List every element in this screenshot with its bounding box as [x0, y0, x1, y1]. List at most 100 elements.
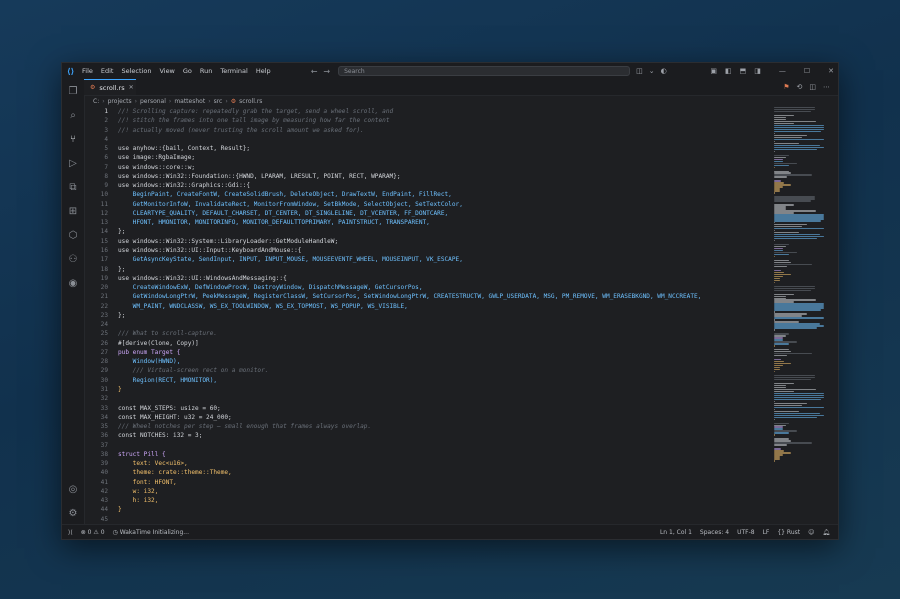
- crumb-drive[interactable]: C:: [93, 98, 99, 105]
- code-line[interactable]: 32: [84, 394, 774, 403]
- code-line[interactable]: 15 use windows::Win32::System::LibraryLoa…: [84, 237, 774, 246]
- code-line[interactable]: 5 use anyhow::{bail, Context, Result};: [84, 144, 774, 153]
- source-control-icon[interactable]: ⑂: [62, 127, 84, 151]
- code-line[interactable]: 22 WM_PAINT, WNDCLASSW, WS_EX_TOOLWINDOW…: [84, 302, 774, 311]
- code-line[interactable]: 37: [84, 441, 774, 450]
- split-editor-icon[interactable]: ◫: [809, 83, 816, 91]
- remote-explorer-icon[interactable]: ⧉: [62, 175, 84, 199]
- crumb-matteshot[interactable]: matteshot: [174, 98, 205, 105]
- code-line[interactable]: 35 /// Wheel notches per step — small eno…: [84, 422, 774, 431]
- explorer-icon[interactable]: ❐: [62, 79, 84, 103]
- menu-help[interactable]: Help: [256, 67, 271, 75]
- tab-scroll-rs[interactable]: ⚙ scroll.rs ✕: [84, 79, 136, 95]
- code-line[interactable]: 40 theme: crate::theme::Theme,: [84, 468, 774, 477]
- code-line[interactable]: 31}: [84, 385, 774, 394]
- code-line[interactable]: 17 GetAsyncKeyState, SendInput, INPUT, I…: [84, 255, 774, 264]
- python-icon[interactable]: ⚇: [62, 247, 84, 271]
- code-line[interactable]: 7 use windows::core::w;: [84, 163, 774, 172]
- more-actions-icon[interactable]: ⋯: [823, 83, 830, 91]
- code-line[interactable]: 6 use image::RgbaImage;: [84, 153, 774, 162]
- toggle-panel-icon[interactable]: ⬒: [740, 67, 747, 75]
- code-line[interactable]: 12 CLEARTYPE_QUALITY, DEFAULT_CHARSET, D…: [84, 209, 774, 218]
- forward-arrow-icon[interactable]: →: [323, 67, 330, 76]
- crumb-projects[interactable]: projects: [108, 98, 132, 105]
- code-line[interactable]: 33 const MAX_STEPS: usize = 60;: [84, 404, 774, 413]
- line-ending[interactable]: LF: [763, 529, 770, 536]
- layout-panel-icon[interactable]: ▣: [710, 67, 717, 75]
- code-line[interactable]: 39 text: Vec<u16>,: [84, 459, 774, 468]
- code-line[interactable]: 20 CreateWindowExW, DefWindowProcW, Dest…: [84, 283, 774, 292]
- cursor-position[interactable]: Ln 1, Col 1: [660, 529, 692, 536]
- menu-terminal[interactable]: Terminal: [220, 67, 247, 75]
- account-icon[interactable]: ◎: [62, 477, 84, 501]
- open-changes-icon[interactable]: ⟲: [797, 83, 803, 91]
- close-icon[interactable]: ✕: [828, 67, 834, 75]
- code-editor[interactable]: 1 //! Scrolling capture: repeatedly grab …: [84, 107, 774, 527]
- code-line[interactable]: 41 font: HFONT,: [84, 478, 774, 487]
- toggle-secondary-sidebar-icon[interactable]: ◨: [754, 67, 761, 75]
- code-line[interactable]: 10 BeginPaint, CreateFontW, CreateSolidB…: [84, 190, 774, 199]
- back-arrow-icon[interactable]: ←: [311, 67, 318, 76]
- menu-selection[interactable]: Selection: [121, 67, 151, 75]
- code-line[interactable]: 21 GetWindowLongPtrW, PeekMessageW, Regi…: [84, 292, 774, 301]
- language-mode[interactable]: {} Rust: [777, 529, 800, 536]
- settings-gear-icon[interactable]: ⚙: [62, 501, 84, 525]
- code-line[interactable]: 25 /// What to scroll-capture.: [84, 329, 774, 338]
- vscode-logo-icon[interactable]: ⟨⟩: [67, 67, 76, 76]
- code-line[interactable]: 24: [84, 320, 774, 329]
- menu-edit[interactable]: Edit: [101, 67, 114, 75]
- code-line[interactable]: 3 //! actually moved (never trusting the …: [84, 126, 774, 135]
- run-debug-icon[interactable]: ▷: [62, 151, 84, 175]
- crumb-src[interactable]: src: [214, 98, 223, 105]
- code-line[interactable]: 34 const MAX_HEIGHT: u32 = 24_000;: [84, 413, 774, 422]
- code-line[interactable]: 45: [84, 515, 774, 524]
- menu-go[interactable]: Go: [183, 67, 192, 75]
- indentation[interactable]: Spaces: 4: [700, 529, 729, 536]
- crumb-personal[interactable]: personal: [140, 98, 166, 105]
- code-line[interactable]: 26 #[derive(Clone, Copy)]: [84, 339, 774, 348]
- code-line[interactable]: 42 w: i32,: [84, 487, 774, 496]
- minimize-icon[interactable]: —: [779, 67, 786, 75]
- menu-view[interactable]: View: [159, 67, 174, 75]
- notifications-bell-icon[interactable]: 🔔︎: [822, 529, 830, 536]
- code-line[interactable]: 14};: [84, 227, 774, 236]
- tab-close-icon[interactable]: ✕: [129, 84, 134, 91]
- code-line[interactable]: 1 //! Scrolling capture: repeatedly grab …: [84, 107, 774, 116]
- containers-icon[interactable]: ⬡: [62, 223, 84, 247]
- code-line[interactable]: 9 use windows::Win32::Graphics::Gdi::{: [84, 181, 774, 190]
- code-line[interactable]: 23};: [84, 311, 774, 320]
- code-line[interactable]: 36 const NOTCHES: i32 = 3;: [84, 431, 774, 440]
- minimap[interactable]: [774, 107, 830, 527]
- code-line[interactable]: 28 Window(HWND),: [84, 357, 774, 366]
- code-line[interactable]: 27 pub enum Target {: [84, 348, 774, 357]
- copilot-icon[interactable]: ◫: [636, 67, 643, 75]
- code-line[interactable]: 2 //! stitch the frames into one tall ima…: [84, 116, 774, 125]
- code-line[interactable]: 43 h: i32,: [84, 496, 774, 505]
- code-line[interactable]: 4: [84, 135, 774, 144]
- search-icon[interactable]: ⌕: [62, 103, 84, 127]
- code-line[interactable]: 29 /// Virtual-screen rect on a monitor.: [84, 366, 774, 375]
- feedback-icon[interactable]: ☺: [808, 529, 814, 536]
- menu-file[interactable]: File: [82, 67, 93, 75]
- code-line[interactable]: 19 use windows::Win32::UI::WindowsAndMess…: [84, 274, 774, 283]
- menu-run[interactable]: Run: [200, 67, 212, 75]
- code-line[interactable]: 13 HFONT, HMONITOR, MONITORINFO, MONITOR…: [84, 218, 774, 227]
- code-line[interactable]: 16 use windows::Win32::UI::Input::Keyboar…: [84, 246, 774, 255]
- code-line[interactable]: 8 use windows::Win32::Foundation::{HWND, …: [84, 172, 774, 181]
- chevron-down-icon[interactable]: ⌄: [649, 67, 655, 75]
- code-line[interactable]: 18};: [84, 265, 774, 274]
- crumb-file[interactable]: scroll.rs: [239, 98, 262, 105]
- maximize-icon[interactable]: ☐: [804, 67, 810, 75]
- toggle-sidebar-icon[interactable]: ◧: [725, 67, 732, 75]
- command-search-input[interactable]: Search: [338, 66, 631, 76]
- accounts-globe-icon[interactable]: ◐: [661, 67, 667, 75]
- errors-indicator[interactable]: ⊗ 0 ⚠ 0: [81, 529, 105, 536]
- remote-indicator-icon[interactable]: ⟩⟨: [68, 529, 73, 536]
- code-line[interactable]: 30 Region(RECT, HMONITOR),: [84, 376, 774, 385]
- wakatime-status[interactable]: ◷ WakaTime Initializing...: [113, 529, 189, 536]
- encoding[interactable]: UTF-8: [737, 529, 755, 536]
- code-line[interactable]: 44}: [84, 505, 774, 514]
- extensions-icon[interactable]: ⊞: [62, 199, 84, 223]
- code-line[interactable]: 38 struct Pill {: [84, 450, 774, 459]
- code-line[interactable]: 11 GetMonitorInfoW, InvalidateRect, Moni…: [84, 200, 774, 209]
